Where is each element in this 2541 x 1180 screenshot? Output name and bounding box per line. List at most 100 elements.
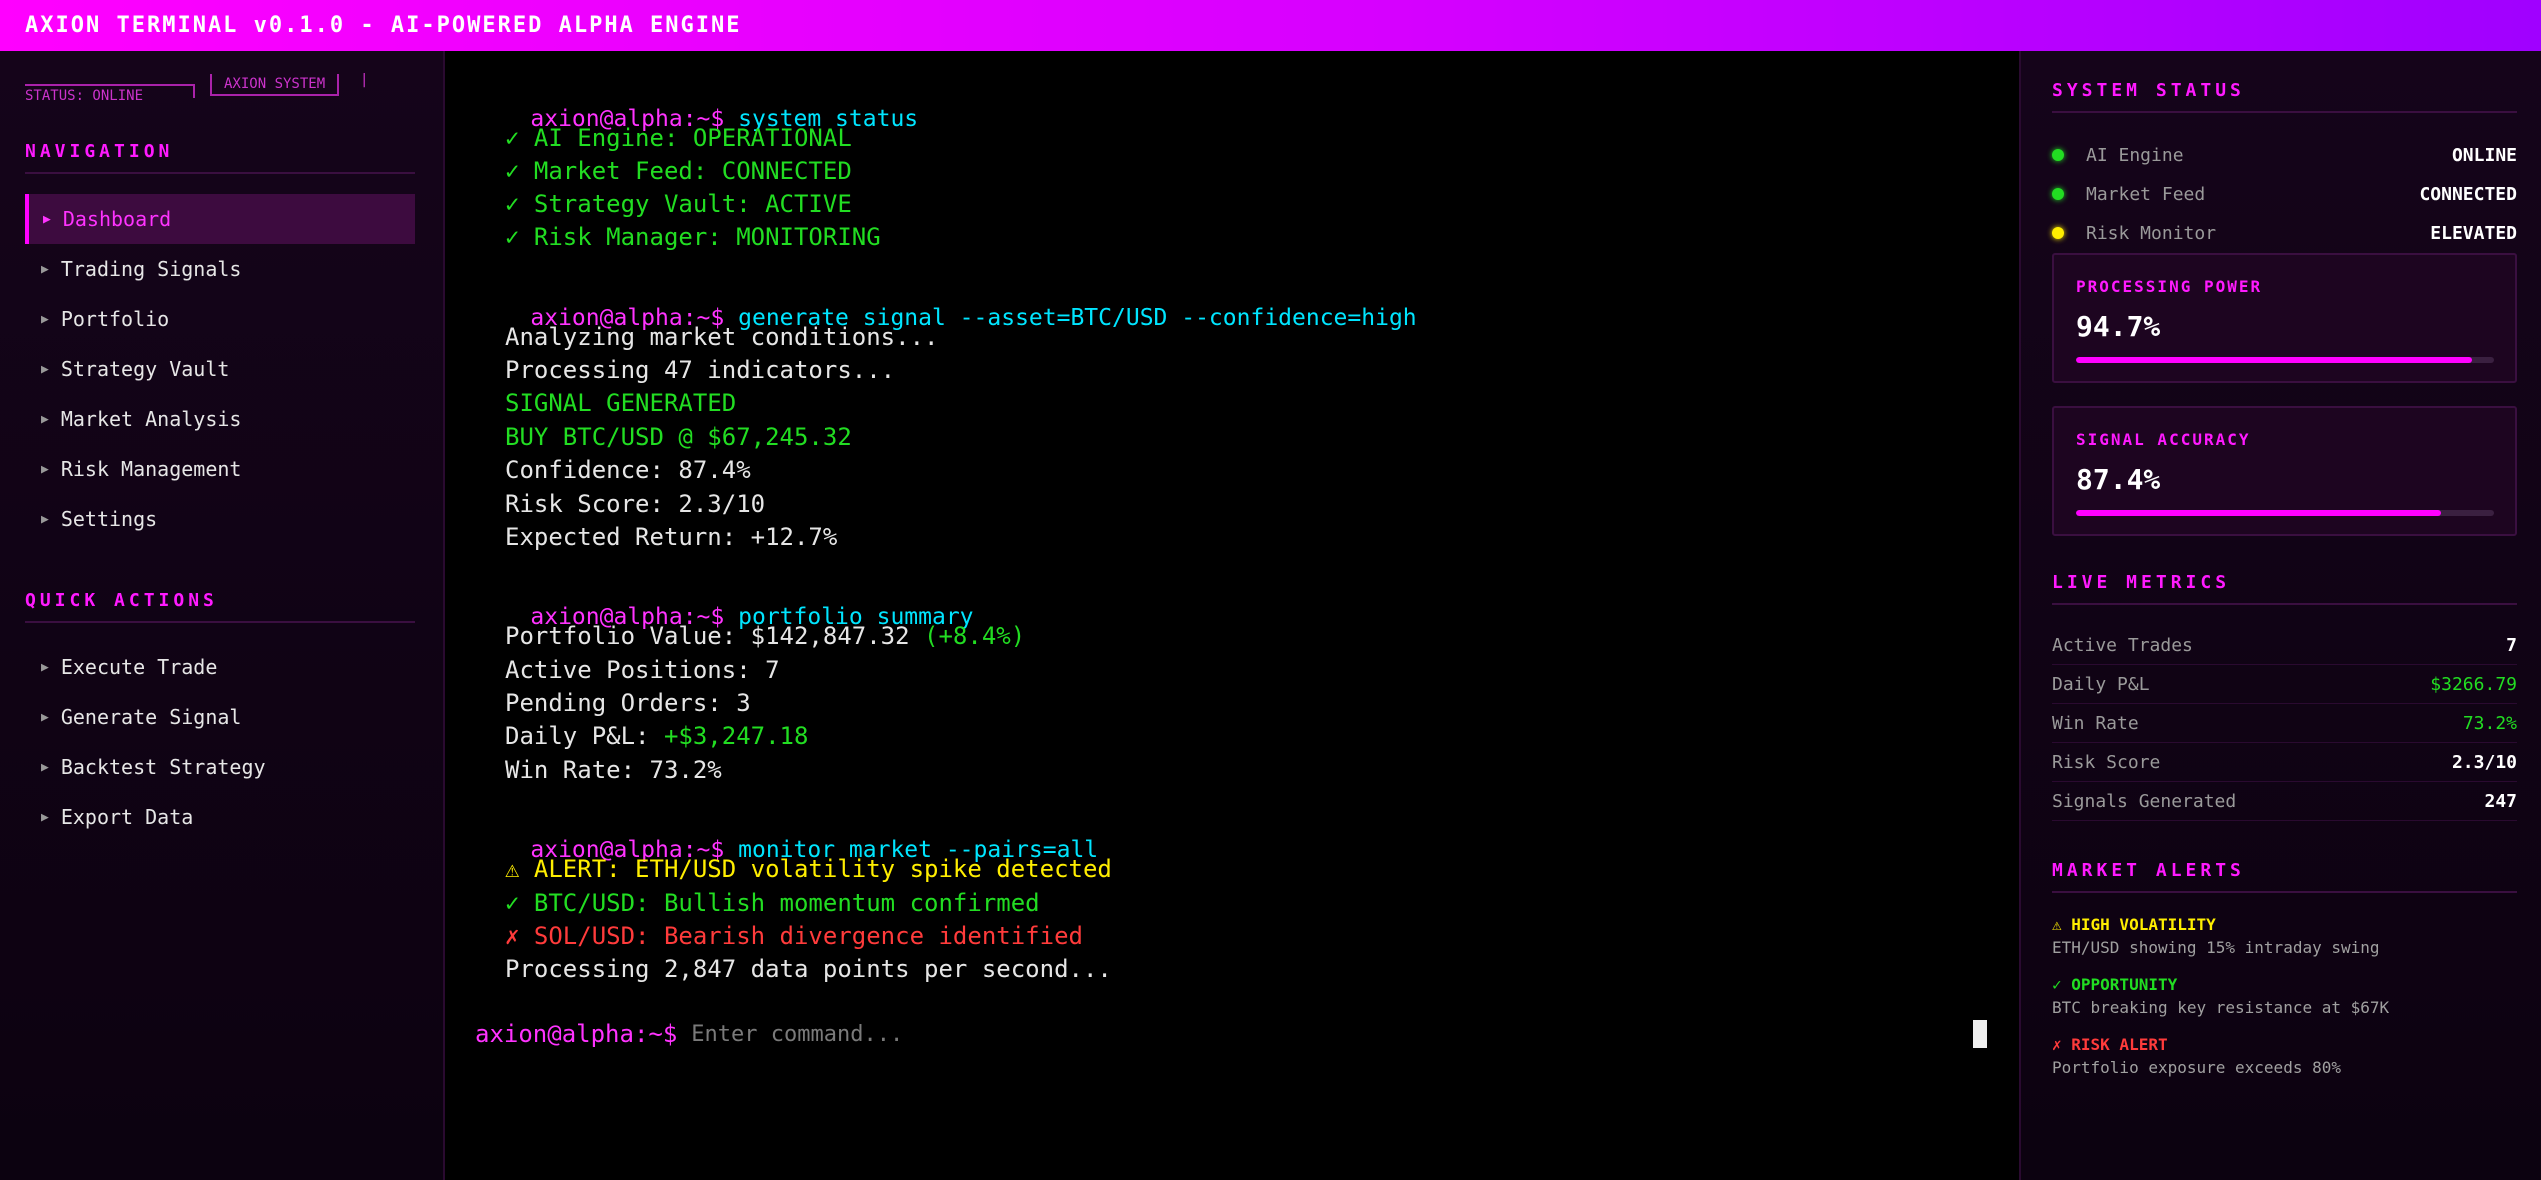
alert-opportunity[interactable]: ✓ OPPORTUNITY BTC breaking key resistanc…: [2052, 975, 2517, 1017]
sidebar-item-label: Market Analysis: [60, 407, 242, 431]
sidebar-item-strategy-vault[interactable]: ▶ Strategy Vault: [25, 344, 415, 394]
terminal-output-line: ⚠ ALERT: ETH/USD volatility spike detect…: [505, 855, 1112, 883]
metric-label: Daily P&L: [2052, 674, 2150, 695]
status-label: AI Engine: [2086, 144, 2184, 166]
banner-frame-pipe: |: [360, 72, 369, 88]
metric-row-daily-pnl: Daily P&L $3266.79: [2052, 666, 2517, 704]
card-value: 87.4%: [2076, 463, 2161, 496]
quick-action-label: Backtest Strategy: [60, 755, 266, 779]
sidebar-item-trading-signals[interactable]: ▶ Trading Signals: [25, 244, 415, 294]
sidebar-item-label: Trading Signals: [60, 257, 242, 281]
sidebar-item-settings[interactable]: ▶ Settings: [25, 494, 415, 544]
quick-action-export-data[interactable]: ▶ Export Data: [25, 792, 415, 842]
quick-action-label: Export Data: [60, 805, 194, 829]
terminal-output-line: ✓ AI Engine: OPERATIONAL: [505, 124, 852, 152]
arrow-right-icon: ▶: [41, 759, 49, 775]
terminal-output-line: Pending Orders: 3: [505, 689, 751, 717]
command-input[interactable]: [691, 1021, 1792, 1047]
terminal-output-line: ✓ BTC/USD: Bullish momentum confirmed: [505, 889, 1040, 917]
alert-high-volatility[interactable]: ⚠ HIGH VOLATILITY ETH/USD showing 15% in…: [2052, 915, 2517, 957]
terminal-output-line: Win Rate: 73.2%: [505, 756, 722, 784]
quick-action-label: Execute Trade: [60, 655, 218, 679]
system-status-title: SYSTEM STATUS: [2052, 80, 2517, 113]
terminal-output-line: ✓ Risk Manager: MONITORING: [505, 223, 881, 251]
metric-row-signals-generated: Signals Generated 247: [2052, 783, 2517, 821]
system-banner: AXION SYSTEM STATUS: ONLINE |: [25, 72, 385, 114]
sidebar-item-portfolio[interactable]: ▶ Portfolio: [25, 294, 415, 344]
terminal-output-line: Daily P&L: +$3,247.18: [505, 722, 808, 750]
alert-description: Portfolio exposure exceeds 80%: [2052, 1058, 2341, 1077]
sidebar-item-label: Dashboard: [62, 207, 172, 231]
terminal-output-line: SIGNAL GENERATED: [505, 389, 737, 417]
sidebar-item-dashboard[interactable]: ▶ Dashboard: [25, 194, 415, 244]
processing-power-card: PROCESSING POWER 94.7%: [2052, 253, 2517, 383]
output-text: Daily P&L:: [505, 722, 664, 750]
sidebar-item-risk-management[interactable]: ▶ Risk Management: [25, 444, 415, 494]
metric-row-active-trades: Active Trades 7: [2052, 627, 2517, 665]
sidebar-item-label: Settings: [60, 507, 158, 531]
alert-title: ⚠ HIGH VOLATILITY: [2052, 915, 2216, 934]
output-change: (+8.4%): [924, 622, 1026, 650]
arrow-right-icon: ▶: [41, 809, 49, 825]
terminal-output-line: Processing 2,847 data points per second.…: [505, 955, 1112, 983]
arrow-right-icon: ▶: [41, 511, 49, 527]
status-dot-icon: [2052, 149, 2064, 161]
app-title: AXION TERMINAL v0.1.0 - AI-POWERED ALPHA…: [25, 13, 742, 38]
progress-bar: [2076, 510, 2494, 516]
status-value: ELEVATED: [2430, 222, 2517, 244]
metric-label: Win Rate: [2052, 713, 2139, 734]
progress-fill: [2076, 357, 2472, 363]
terminal-prompt: axion@alpha:~$: [475, 1020, 678, 1048]
alert-description: ETH/USD showing 15% intraday swing: [2052, 938, 2380, 957]
terminal-output-line: ✓ Strategy Vault: ACTIVE: [505, 190, 852, 218]
nav-title: NAVIGATION: [25, 141, 415, 174]
metric-row-win-rate: Win Rate 73.2%: [2052, 705, 2517, 743]
signal-accuracy-card: SIGNAL ACCURACY 87.4%: [2052, 406, 2517, 536]
status-row-risk-monitor: Risk Monitor ELEVATED: [2052, 218, 2517, 248]
output-change: +$3,247.18: [663, 722, 809, 750]
quick-action-execute-trade[interactable]: ▶ Execute Trade: [25, 642, 415, 692]
status-dot-icon: [2052, 188, 2064, 200]
sidebar-item-label: Portfolio: [60, 307, 170, 331]
card-label: SIGNAL ACCURACY: [2076, 430, 2251, 449]
terminal-output-line: Expected Return: +12.7%: [505, 523, 838, 551]
arrow-right-icon: ▶: [41, 311, 49, 327]
arrow-right-icon: ▶: [41, 461, 49, 477]
progress-fill: [2076, 510, 2442, 516]
metric-value: 73.2%: [2462, 713, 2517, 734]
terminal-output-line: Processing 47 indicators...: [505, 356, 896, 384]
alert-title: ✗ RISK ALERT: [2052, 1035, 2168, 1054]
terminal-output-line: Active Positions: 7: [505, 656, 780, 684]
terminal-output-line: Portfolio Value: $142,847.32 (+8.4%): [505, 622, 1025, 650]
card-label: PROCESSING POWER: [2076, 277, 2263, 296]
sidebar-item-label: Strategy Vault: [60, 357, 230, 381]
title-bar: AXION TERMINAL v0.1.0 - AI-POWERED ALPHA…: [0, 0, 2541, 51]
metric-label: Active Trades: [2052, 635, 2193, 656]
metric-row-risk-score: Risk Score 2.3/10: [2052, 744, 2517, 782]
quick-action-backtest-strategy[interactable]: ▶ Backtest Strategy: [25, 742, 415, 792]
quick-action-label: Generate Signal: [60, 705, 242, 729]
arrow-right-icon: ▶: [41, 709, 49, 725]
status-value: CONNECTED: [2419, 183, 2517, 205]
sidebar-item-label: Risk Management: [60, 457, 242, 481]
alert-description: BTC breaking key resistance at $67K: [2052, 998, 2390, 1017]
arrow-right-icon: ▶: [43, 211, 51, 227]
sidebar: AXION SYSTEM STATUS: ONLINE | NAVIGATION…: [0, 51, 445, 1180]
status-label: Market Feed: [2086, 183, 2206, 205]
metric-value: 247: [2484, 791, 2517, 812]
terminal-panel: axion@alpha:~$ system status ✓ AI Engine…: [447, 51, 2019, 1180]
quick-action-generate-signal[interactable]: ▶ Generate Signal: [25, 692, 415, 742]
sidebar-item-market-analysis[interactable]: ▶ Market Analysis: [25, 394, 415, 444]
arrow-right-icon: ▶: [41, 261, 49, 277]
alert-title: ✓ OPPORTUNITY: [2052, 975, 2178, 994]
progress-bar: [2076, 357, 2494, 363]
metric-value: 7: [2506, 635, 2517, 656]
output-text: Portfolio Value: $142,847.32: [505, 622, 925, 650]
status-row-market-feed: Market Feed CONNECTED: [2052, 179, 2517, 209]
status-dot-icon: [2052, 227, 2064, 239]
terminal-output-line: ✓ Market Feed: CONNECTED: [505, 157, 852, 185]
arrow-right-icon: ▶: [41, 659, 49, 675]
live-metrics-title: LIVE METRICS: [2052, 572, 2517, 605]
alert-risk[interactable]: ✗ RISK ALERT Portfolio exposure exceeds …: [2052, 1035, 2517, 1077]
card-value: 94.7%: [2076, 310, 2161, 343]
